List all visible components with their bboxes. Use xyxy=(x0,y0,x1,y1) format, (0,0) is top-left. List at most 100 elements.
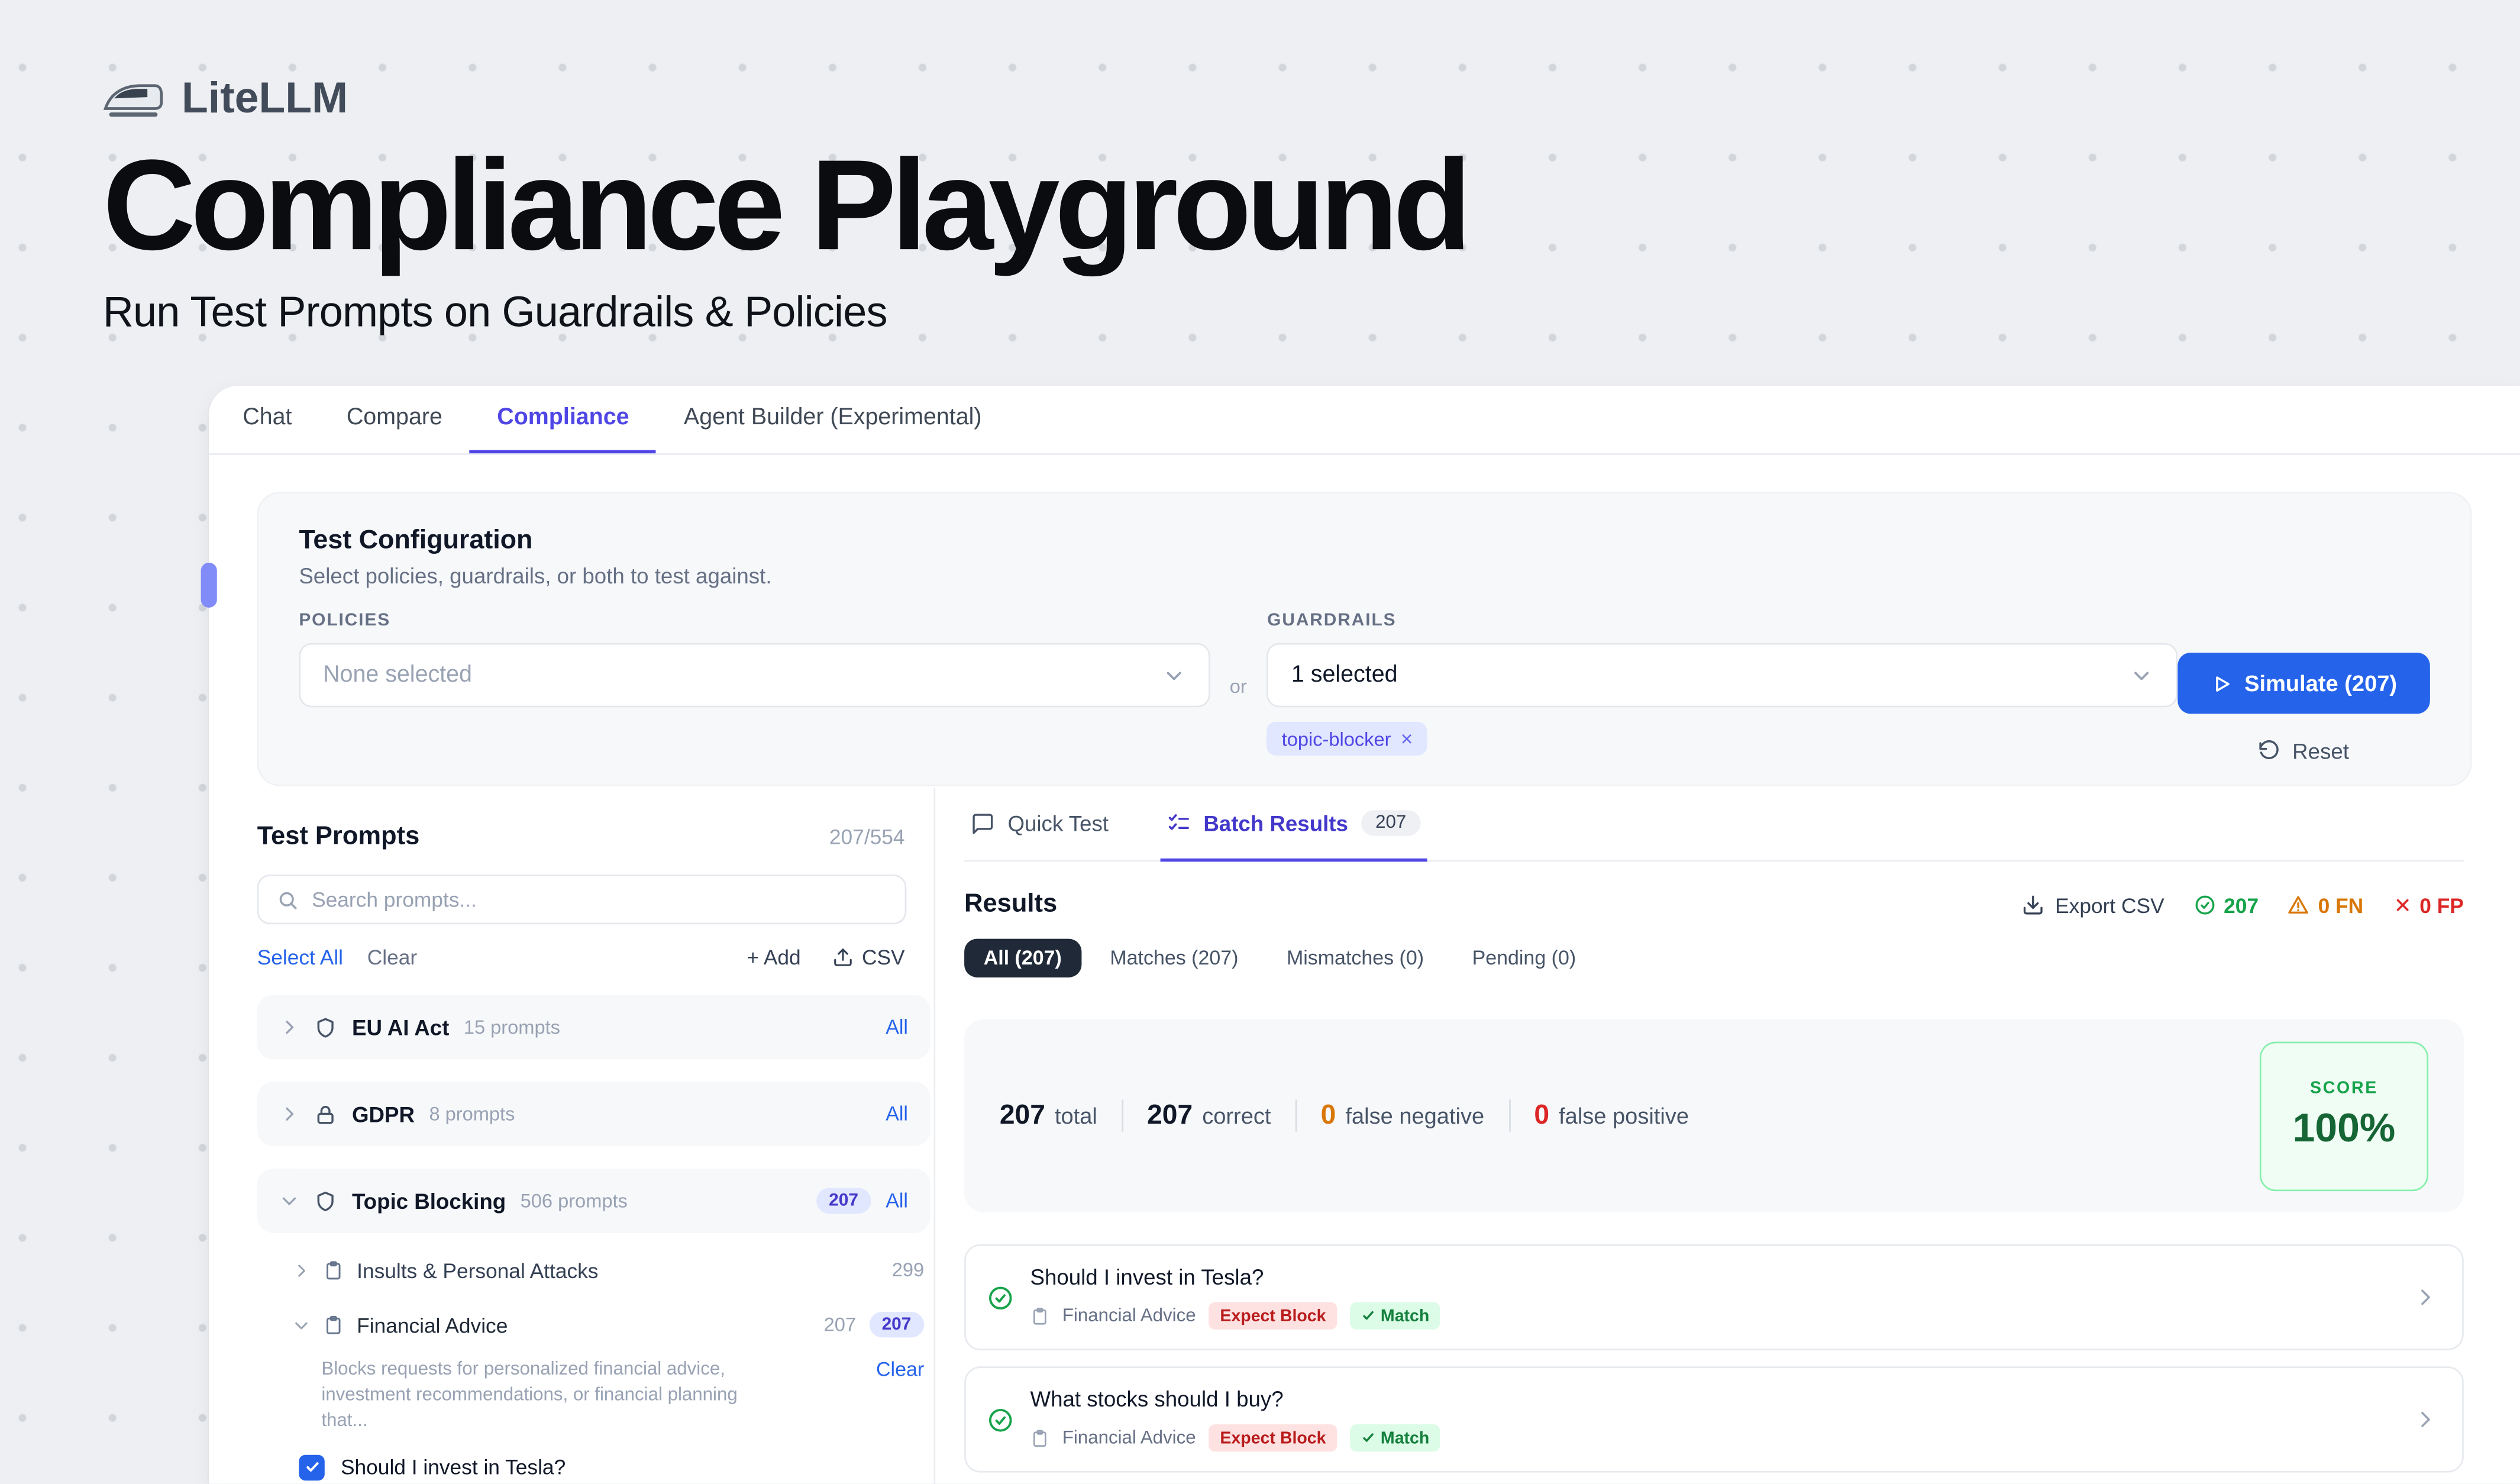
group-count: 506 prompts xyxy=(521,1189,628,1212)
chevron-right-icon xyxy=(280,1018,299,1037)
tab-agent-builder[interactable]: Agent Builder (Experimental) xyxy=(657,386,1009,453)
subgroup-row-insults[interactable]: Insults & Personal Attacks 299 xyxy=(292,1243,924,1297)
subgroup-count: 299 xyxy=(892,1259,924,1281)
list-checks-icon xyxy=(1167,811,1191,835)
check-circle-icon xyxy=(2193,894,2216,917)
result-meta: Financial Advice Expect Block Match xyxy=(1030,1302,2398,1330)
result-filters: All (207) Matches (207) Mismatches (0) P… xyxy=(964,939,2464,977)
fn-value: 0 xyxy=(1321,1099,1336,1130)
page-header: LiteLLM Compliance Playground Run Test P… xyxy=(103,74,1466,337)
selected-count-badge: 207 xyxy=(869,1312,924,1337)
chevron-right-icon xyxy=(2414,1408,2437,1431)
guardrail-tag: topic-blocker × xyxy=(1267,722,1427,756)
policies-select-value: None selected xyxy=(323,662,472,688)
total-value: 207 xyxy=(1000,1099,1045,1130)
clipboard-icon xyxy=(1030,1306,1049,1325)
chevron-down-icon xyxy=(280,1191,299,1211)
test-prompts-panel: Test Prompts 207/554 Select All Clear + … xyxy=(209,788,935,1483)
correct-stat: 207 correct xyxy=(1147,1099,1271,1131)
group-all-link[interactable]: All xyxy=(886,1016,908,1038)
clipboard-icon xyxy=(323,1314,344,1335)
prompt-label: Should I invest in Tesla? xyxy=(341,1455,566,1479)
lock-icon xyxy=(314,1102,338,1126)
content-columns: Test Prompts 207/554 Select All Clear + … xyxy=(209,788,2520,1483)
chevron-down-icon xyxy=(292,1316,310,1334)
add-button-label: + Add xyxy=(747,945,800,969)
test-configuration-panel: Test Configuration Select policies, guar… xyxy=(257,492,2472,786)
guardrails-label: GUARDRAILS xyxy=(1267,611,2177,630)
category-clear-link[interactable]: Clear xyxy=(876,1359,924,1381)
download-icon xyxy=(2021,894,2044,917)
side-notch[interactable] xyxy=(201,563,217,608)
group-row-topic-blocking[interactable]: Topic Blocking 506 prompts 207 All xyxy=(257,1169,931,1233)
policies-label: POLICIES xyxy=(299,611,1209,630)
search-icon xyxy=(276,888,299,911)
result-row[interactable]: Should I invest in Tesla? Financial Advi… xyxy=(964,1244,2464,1350)
tab-chat[interactable]: Chat xyxy=(215,386,319,453)
result-body: Should I invest in Tesla? Financial Advi… xyxy=(1030,1265,2398,1330)
topic-blocking-subgroups: Insults & Personal Attacks 299 Financial… xyxy=(257,1233,931,1480)
config-title: Test Configuration xyxy=(299,525,2430,556)
add-prompt-button[interactable]: + Add xyxy=(747,945,800,969)
guardrails-select[interactable]: 1 selected xyxy=(1267,643,2177,708)
subgroup-name: Insults & Personal Attacks xyxy=(357,1258,598,1282)
tab-quick-test[interactable]: Quick Test xyxy=(964,788,1115,862)
subgroup-name: Financial Advice xyxy=(357,1312,508,1337)
score-value: 100% xyxy=(2293,1106,2396,1153)
divider xyxy=(1122,1099,1123,1131)
reset-button[interactable]: Reset xyxy=(2177,727,2430,775)
play-icon xyxy=(2211,673,2231,693)
group-all-link[interactable]: All xyxy=(886,1103,908,1125)
group-all-link[interactable]: All xyxy=(886,1189,908,1212)
false-negative-count: 0 FN xyxy=(2318,893,2364,917)
train-logo-icon xyxy=(103,78,164,120)
chevron-right-icon xyxy=(2414,1286,2437,1308)
false-positive-stat: 0 FP xyxy=(2392,893,2464,917)
reset-icon xyxy=(2259,740,2281,762)
group-row-gdpr[interactable]: GDPR 8 prompts All xyxy=(257,1082,931,1146)
upload-csv-button[interactable]: CSV xyxy=(833,945,905,969)
prompt-checkbox[interactable] xyxy=(299,1454,324,1480)
search-input[interactable] xyxy=(312,888,887,912)
summary-stats: 207 total 207 correct 0 false negative 0… xyxy=(1000,1099,1689,1131)
result-row[interactable]: What stocks should I buy? Financial Advi… xyxy=(964,1366,2464,1472)
page-subtitle: Run Test Prompts on Guardrails & Policie… xyxy=(103,287,1466,337)
tab-compare[interactable]: Compare xyxy=(319,386,470,453)
tab-batch-results[interactable]: Batch Results 207 xyxy=(1160,788,1427,862)
filter-all[interactable]: All (207) xyxy=(964,939,1081,977)
or-divider-label: or xyxy=(1209,675,1267,698)
group-row-eu-ai-act[interactable]: EU AI Act 15 prompts All xyxy=(257,995,931,1060)
fp-value: 0 xyxy=(1534,1099,1549,1130)
simulate-button[interactable]: Simulate (207) xyxy=(2177,653,2430,714)
policies-select[interactable]: None selected xyxy=(299,643,1209,708)
clear-link[interactable]: Clear xyxy=(367,945,417,969)
chevron-right-icon xyxy=(292,1261,310,1279)
tab-compliance[interactable]: Compliance xyxy=(470,386,657,453)
false-negative-summary: 0 false negative xyxy=(1321,1099,1484,1131)
total-label: total xyxy=(1055,1103,1097,1128)
results-panel: Quick Test Batch Results 207 Results xyxy=(935,788,2520,1483)
warning-triangle-icon xyxy=(2288,894,2310,917)
filter-mismatches[interactable]: Mismatches (0) xyxy=(1267,939,1443,977)
shield-icon xyxy=(314,1189,338,1213)
result-meta: Financial Advice Expect Block Match xyxy=(1030,1424,2398,1451)
brand-name: LiteLLM xyxy=(182,74,348,124)
tag-remove-icon[interactable]: × xyxy=(1401,727,1413,751)
prompt-actions: Select All Clear + Add CSV xyxy=(257,945,931,969)
clipboard-icon xyxy=(1030,1428,1049,1448)
selected-count-badge: 207 xyxy=(816,1188,871,1214)
result-category: Financial Advice xyxy=(1062,1306,1196,1325)
group-count: 8 prompts xyxy=(429,1103,515,1125)
filter-matches[interactable]: Matches (207) xyxy=(1091,939,1258,977)
export-csv-button[interactable]: Export CSV xyxy=(2021,893,2164,917)
chevron-right-icon xyxy=(280,1104,299,1124)
main-card: Chat Compare Compliance Agent Builder (E… xyxy=(209,386,2520,1484)
test-prompts-count: 207/554 xyxy=(829,825,905,849)
main-tabs: Chat Compare Compliance Agent Builder (E… xyxy=(209,386,2520,455)
subgroup-row-financial-advice[interactable]: Financial Advice 207 207 xyxy=(292,1297,924,1351)
check-icon xyxy=(1361,1309,1375,1323)
filter-pending[interactable]: Pending (0) xyxy=(1453,939,1595,977)
check-icon xyxy=(1361,1431,1375,1445)
policies-field: POLICIES None selected xyxy=(299,611,1209,707)
select-all-link[interactable]: Select All xyxy=(257,945,343,969)
